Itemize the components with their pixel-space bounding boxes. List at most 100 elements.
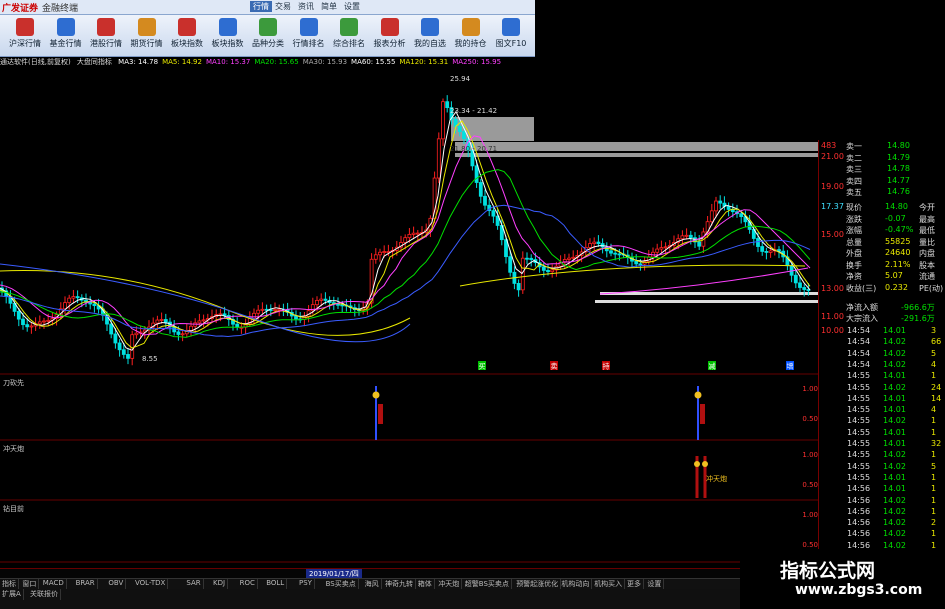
toolbar-button-5[interactable]: 板块指数 [205, 17, 251, 54]
stat-row: 涨幅 -0.47% 最低 [819, 225, 945, 236]
overlay-box [455, 153, 818, 157]
tick-price: 14.02 [883, 529, 906, 539]
tick-row: 14:55 14.01 1 [819, 428, 945, 439]
ma-label-2: MA10: 15.37 [205, 58, 251, 66]
bottom-link-0[interactable]: 扩展A [0, 589, 24, 600]
candle-body [525, 257, 529, 260]
candle-body [441, 101, 445, 140]
candle-body [273, 309, 277, 311]
toolbar-label: 我的自选 [414, 39, 446, 48]
candle-body [592, 241, 597, 244]
tick-time: 14:54 [847, 348, 871, 358]
candle-body [130, 334, 135, 359]
report-icon [380, 18, 399, 36]
tick-row: 14:55 14.01 1 [819, 473, 945, 484]
signal-dot [372, 391, 380, 399]
order-price: 14.77 [887, 175, 910, 185]
signal-dot [694, 461, 700, 467]
stat-label: 流通 [919, 272, 935, 281]
signal-dot [702, 461, 708, 467]
tick-volume: 4 [931, 359, 937, 369]
signal-marker-label: 买 [479, 363, 486, 371]
candle-body [109, 323, 114, 335]
tick-time: 14:55 [847, 405, 871, 415]
toolbar-button-4[interactable]: 板块指数 [164, 17, 210, 54]
candle-body [113, 333, 118, 344]
toolbar-button-2[interactable]: 港股行情 [83, 17, 129, 54]
overlay-box [455, 142, 818, 151]
stat-value: -0.47% [885, 225, 914, 234]
toolbar-button-10[interactable]: 我的自选 [407, 17, 453, 54]
stat-value: 24640 [885, 248, 911, 257]
tick-volume: 1 [931, 416, 937, 426]
candle-body [726, 206, 731, 210]
menu-item-2[interactable]: 资讯 [298, 1, 314, 12]
tick-time: 14:55 [847, 472, 871, 482]
toolbar-label: 报表分析 [373, 39, 406, 48]
candle-body [117, 342, 122, 351]
flow-value: -291.6万 [901, 314, 935, 323]
toolbar-button-8[interactable]: 综合排名 [326, 17, 372, 54]
flow-label: 净流入额 [846, 303, 878, 312]
candle-body [155, 319, 160, 324]
price-low-label: 8.55 [142, 355, 158, 363]
tick-price: 14.02 [883, 359, 906, 369]
order-row: 卖二 14.79 [819, 153, 945, 164]
tick-time: 14:55 [847, 450, 871, 460]
kline-chart[interactable]: 25.94 23.34 - 21.42 21.80 - 20.71 8.55 买 卖 持 减 增… [0, 56, 818, 568]
tick-time: 14:54 [847, 326, 871, 335]
flow-label: 大宗流入 [846, 314, 878, 323]
menu-item-4[interactable]: 设置 [344, 1, 360, 12]
toolbar-button-11[interactable]: 我的持仓 [448, 17, 494, 54]
tick-time: 14:55 [847, 427, 871, 437]
rank-icon [340, 18, 358, 36]
order-price: 14.78 [887, 164, 910, 173]
menu-item-3[interactable]: 简单 [321, 1, 337, 12]
stat-value: -0.07 [885, 213, 906, 223]
menu-item-1[interactable]: 交易 [275, 1, 291, 12]
menu-item-0[interactable]: 行情 [250, 1, 272, 12]
tick-row: 14:55 14.01 4 [819, 405, 945, 416]
toolbar-button-7[interactable]: 行情排名 [286, 17, 332, 54]
stat-label: 涨幅 [846, 226, 862, 235]
stat-row: 现价 14.80 今开 [819, 202, 945, 213]
tick-volume: 32 [931, 439, 942, 448]
candle-body [571, 256, 576, 259]
order-price: 14.79 [887, 152, 910, 162]
candle-body [67, 297, 72, 304]
order-row: 卖五 14.76 [819, 187, 945, 198]
candle-body [680, 235, 685, 240]
tick-price: 14.02 [883, 382, 906, 392]
toolbar-button-12[interactable]: 图文F10 [488, 17, 534, 54]
stat-label: 最低 [919, 226, 935, 235]
signal-marker-label: 持 [603, 362, 610, 371]
stat-label: 股本 [919, 260, 935, 270]
candle-body [315, 299, 319, 306]
tick-volume: 3 [931, 326, 937, 335]
tick-time: 14:55 [847, 382, 871, 392]
candle-body [777, 249, 781, 252]
toolbar-button-3[interactable]: 期货行情 [124, 17, 170, 54]
order-label: 卖二 [846, 153, 862, 163]
toolbar-button-0[interactable]: 沪深行情 [2, 17, 48, 54]
toolbar-button-6[interactable]: 品种分类 [245, 17, 291, 54]
tick-row: 14:56 14.02 1 [819, 529, 945, 540]
order-label: 卖三 [846, 165, 862, 174]
ma-line [0, 169, 811, 338]
flow-row: 净流入额 -966.6万 [819, 302, 945, 313]
signal-bar [378, 404, 383, 424]
bottom-link-1[interactable]: 关联报价 [28, 589, 61, 600]
signal-marker-label: 减 [709, 362, 716, 371]
candle-body [588, 243, 592, 248]
toolbar-button-9[interactable]: 报表分析 [367, 17, 413, 54]
order-row: 卖一 14.80 [819, 141, 945, 152]
candle-body [201, 319, 206, 322]
candle-body [508, 256, 513, 273]
candle-body [596, 241, 601, 244]
tick-volume: 1 [931, 371, 937, 381]
order-price: 14.76 [887, 187, 910, 196]
price-label: 23.34 - 21.42 [450, 107, 497, 115]
toolbar-button-1[interactable]: 基金行情 [43, 17, 89, 54]
tick-time: 14:56 [847, 495, 871, 505]
candle-body [529, 257, 534, 260]
